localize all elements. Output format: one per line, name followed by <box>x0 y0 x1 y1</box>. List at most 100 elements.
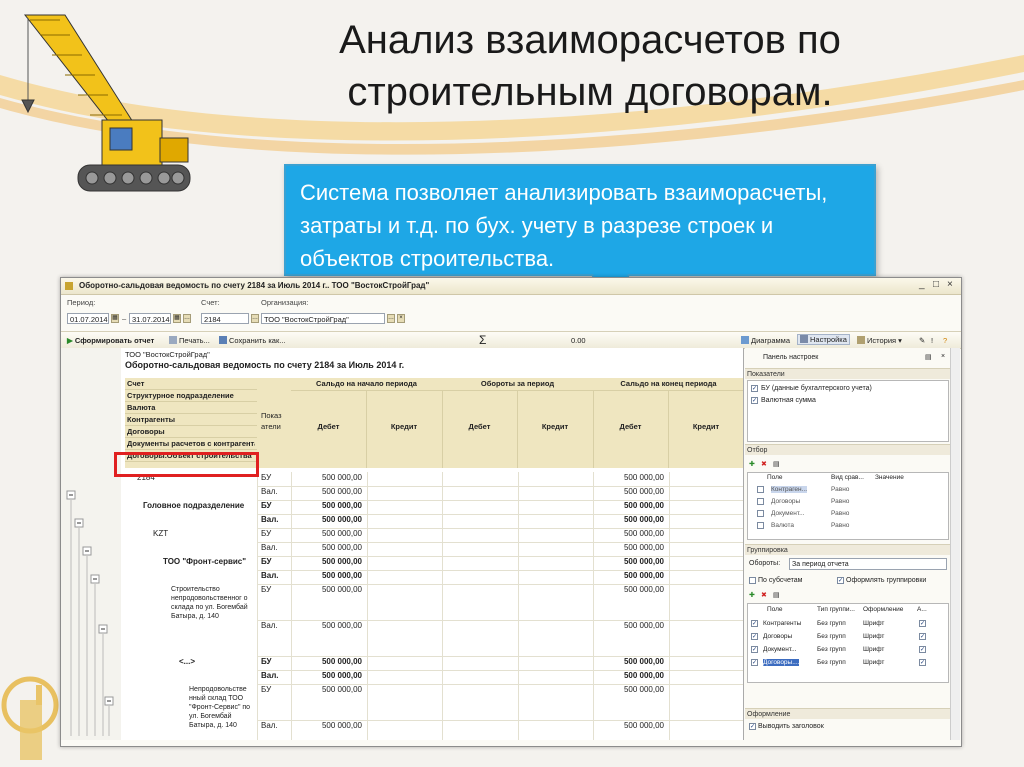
history-button[interactable]: История ▾ <box>857 336 902 345</box>
row-indicator: БУ <box>261 501 272 510</box>
auto-checkbox[interactable]: ✓ <box>919 633 926 640</box>
filter-checkbox[interactable] <box>757 498 764 505</box>
filter-field[interactable]: Контраген... <box>771 486 808 493</box>
header-spacer <box>291 468 743 471</box>
panel-title: Панель настроек <box>763 354 819 361</box>
group-header: Сальдо на начало периода <box>316 379 417 388</box>
filter-column-header: Поле <box>767 474 783 481</box>
save-as-button[interactable]: Сохранить как... <box>219 336 286 345</box>
grid-line <box>125 425 257 426</box>
group-header: Обороты за период <box>480 379 555 388</box>
debit-start-value: 500 000,00 <box>321 657 362 666</box>
grid-line <box>517 472 519 740</box>
row-indicator: Вал. <box>261 621 278 630</box>
settings-button[interactable]: Настройка <box>797 334 850 345</box>
grouping-header-label: Группировка <box>747 547 788 554</box>
filter-field[interactable]: Документ... <box>771 510 805 517</box>
panel-close-icon[interactable]: × <box>941 353 945 360</box>
grid-line <box>668 472 670 740</box>
filter-field[interactable]: Валюта <box>771 522 794 529</box>
indicator-item: Валютная сумма <box>761 397 816 404</box>
format-groups-checkbox[interactable]: ✓ <box>837 577 844 584</box>
grouping-table <box>747 603 949 683</box>
debit-end-value: 500 000,00 <box>623 571 664 580</box>
auto-checkbox[interactable]: ✓ <box>919 659 926 666</box>
minimize-icon[interactable]: _ <box>919 280 925 290</box>
group-type[interactable]: Без групп <box>817 633 846 640</box>
group-checkbox[interactable]: ✓ <box>751 646 758 653</box>
print-button[interactable]: Печать... <box>169 336 210 345</box>
report-title: Оборотно-сальдовая ведомость по счету 21… <box>125 360 405 370</box>
sum-icon: Σ <box>479 333 487 347</box>
generate-report-button[interactable]: ▶ Сформировать отчет <box>67 336 154 345</box>
column-header: Дебет <box>317 422 340 431</box>
row-label: Непродовольстве нный склад ТОО "Фронт-Се… <box>189 686 251 729</box>
turnover-select[interactable]: За период отчета <box>789 558 947 570</box>
warning-icon[interactable]: ! <box>931 336 933 345</box>
group-type[interactable]: Без групп <box>817 620 846 627</box>
show-title-checkbox[interactable]: ✓ <box>749 723 756 730</box>
group-design[interactable]: Шрифт <box>863 646 884 653</box>
group-type[interactable]: Без групп <box>817 646 846 653</box>
account-label: Счет: <box>201 298 220 307</box>
delete-icon[interactable]: ✖ <box>761 460 767 468</box>
grid-line <box>744 390 745 468</box>
add-icon[interactable]: ✚ <box>749 591 755 599</box>
group-checkbox[interactable]: ✓ <box>751 659 758 666</box>
subaccounts-checkbox[interactable] <box>749 577 756 584</box>
group-design[interactable]: Шрифт <box>863 620 884 627</box>
indicator-checkbox[interactable]: ✓ <box>751 397 758 404</box>
copy-icon[interactable]: ▤ <box>773 591 780 599</box>
panel-pin-icon[interactable]: ▤ <box>925 353 932 361</box>
filter-compare[interactable]: Равно <box>831 486 849 493</box>
clear-icon[interactable]: × <box>397 314 405 323</box>
filter-compare[interactable]: Равно <box>831 498 849 505</box>
filter-compare[interactable]: Равно <box>831 522 849 529</box>
period-from-field[interactable]: 01.07.2014 <box>67 313 109 324</box>
organization-field[interactable]: ТОО "ВостокСтройГрад" <box>261 313 385 324</box>
group-field[interactable]: Контрагенты <box>763 620 801 627</box>
account-field[interactable]: 2184 <box>201 313 249 324</box>
debit-end-value: 500 000,00 <box>623 501 664 510</box>
crane-illustration <box>21 14 191 192</box>
diagram-button[interactable]: Диаграмма <box>741 336 790 345</box>
group-field[interactable]: Договоры <box>763 633 792 640</box>
group-field[interactable]: Договоры.... <box>763 659 800 666</box>
copy-icon[interactable]: ▤ <box>773 460 780 468</box>
filter-compare[interactable]: Равно <box>831 510 849 517</box>
group-field[interactable]: Документ... <box>763 646 797 653</box>
maximize-icon[interactable]: □ <box>933 280 939 290</box>
auto-checkbox[interactable]: ✓ <box>919 646 926 653</box>
period-select-icon[interactable]: … <box>183 314 191 323</box>
history-icon <box>857 336 865 344</box>
panel-scrollbar[interactable] <box>950 348 960 740</box>
group-column-header: Оформление <box>863 606 904 613</box>
filter-checkbox[interactable] <box>757 510 764 517</box>
filter-field[interactable]: Договоры <box>771 498 800 505</box>
close-icon[interactable]: × <box>947 280 953 290</box>
select-icon[interactable]: … <box>387 314 395 323</box>
indicator-checkbox[interactable]: ✓ <box>751 385 758 392</box>
delete-icon[interactable]: ✖ <box>761 591 767 599</box>
help-icon[interactable]: ? <box>943 336 947 345</box>
group-column-header: Поле <box>767 606 783 613</box>
group-design[interactable]: Шрифт <box>863 659 884 666</box>
group-checkbox[interactable]: ✓ <box>751 633 758 640</box>
edit-icon[interactable]: ✎ <box>919 336 925 345</box>
add-icon[interactable]: ✚ <box>749 460 755 468</box>
filter-checkbox[interactable] <box>757 486 764 493</box>
select-icon[interactable]: … <box>251 314 259 323</box>
turnover-label: Обороты: <box>749 560 781 567</box>
grid-line <box>442 472 443 740</box>
debit-start-value: 500 000,00 <box>321 571 362 580</box>
group-design[interactable]: Шрифт <box>863 633 884 640</box>
calendar-icon[interactable]: ▦ <box>111 314 119 323</box>
group-type[interactable]: Без групп <box>817 659 846 666</box>
auto-checkbox[interactable]: ✓ <box>919 620 926 627</box>
filter-checkbox[interactable] <box>757 522 764 529</box>
filter-table <box>747 472 949 540</box>
group-checkbox[interactable]: ✓ <box>751 620 758 627</box>
format-groups-label: Оформлять группировки <box>846 577 927 584</box>
period-to-field[interactable]: 31.07.2014 <box>129 313 171 324</box>
calendar-icon[interactable]: ▦ <box>173 314 181 323</box>
